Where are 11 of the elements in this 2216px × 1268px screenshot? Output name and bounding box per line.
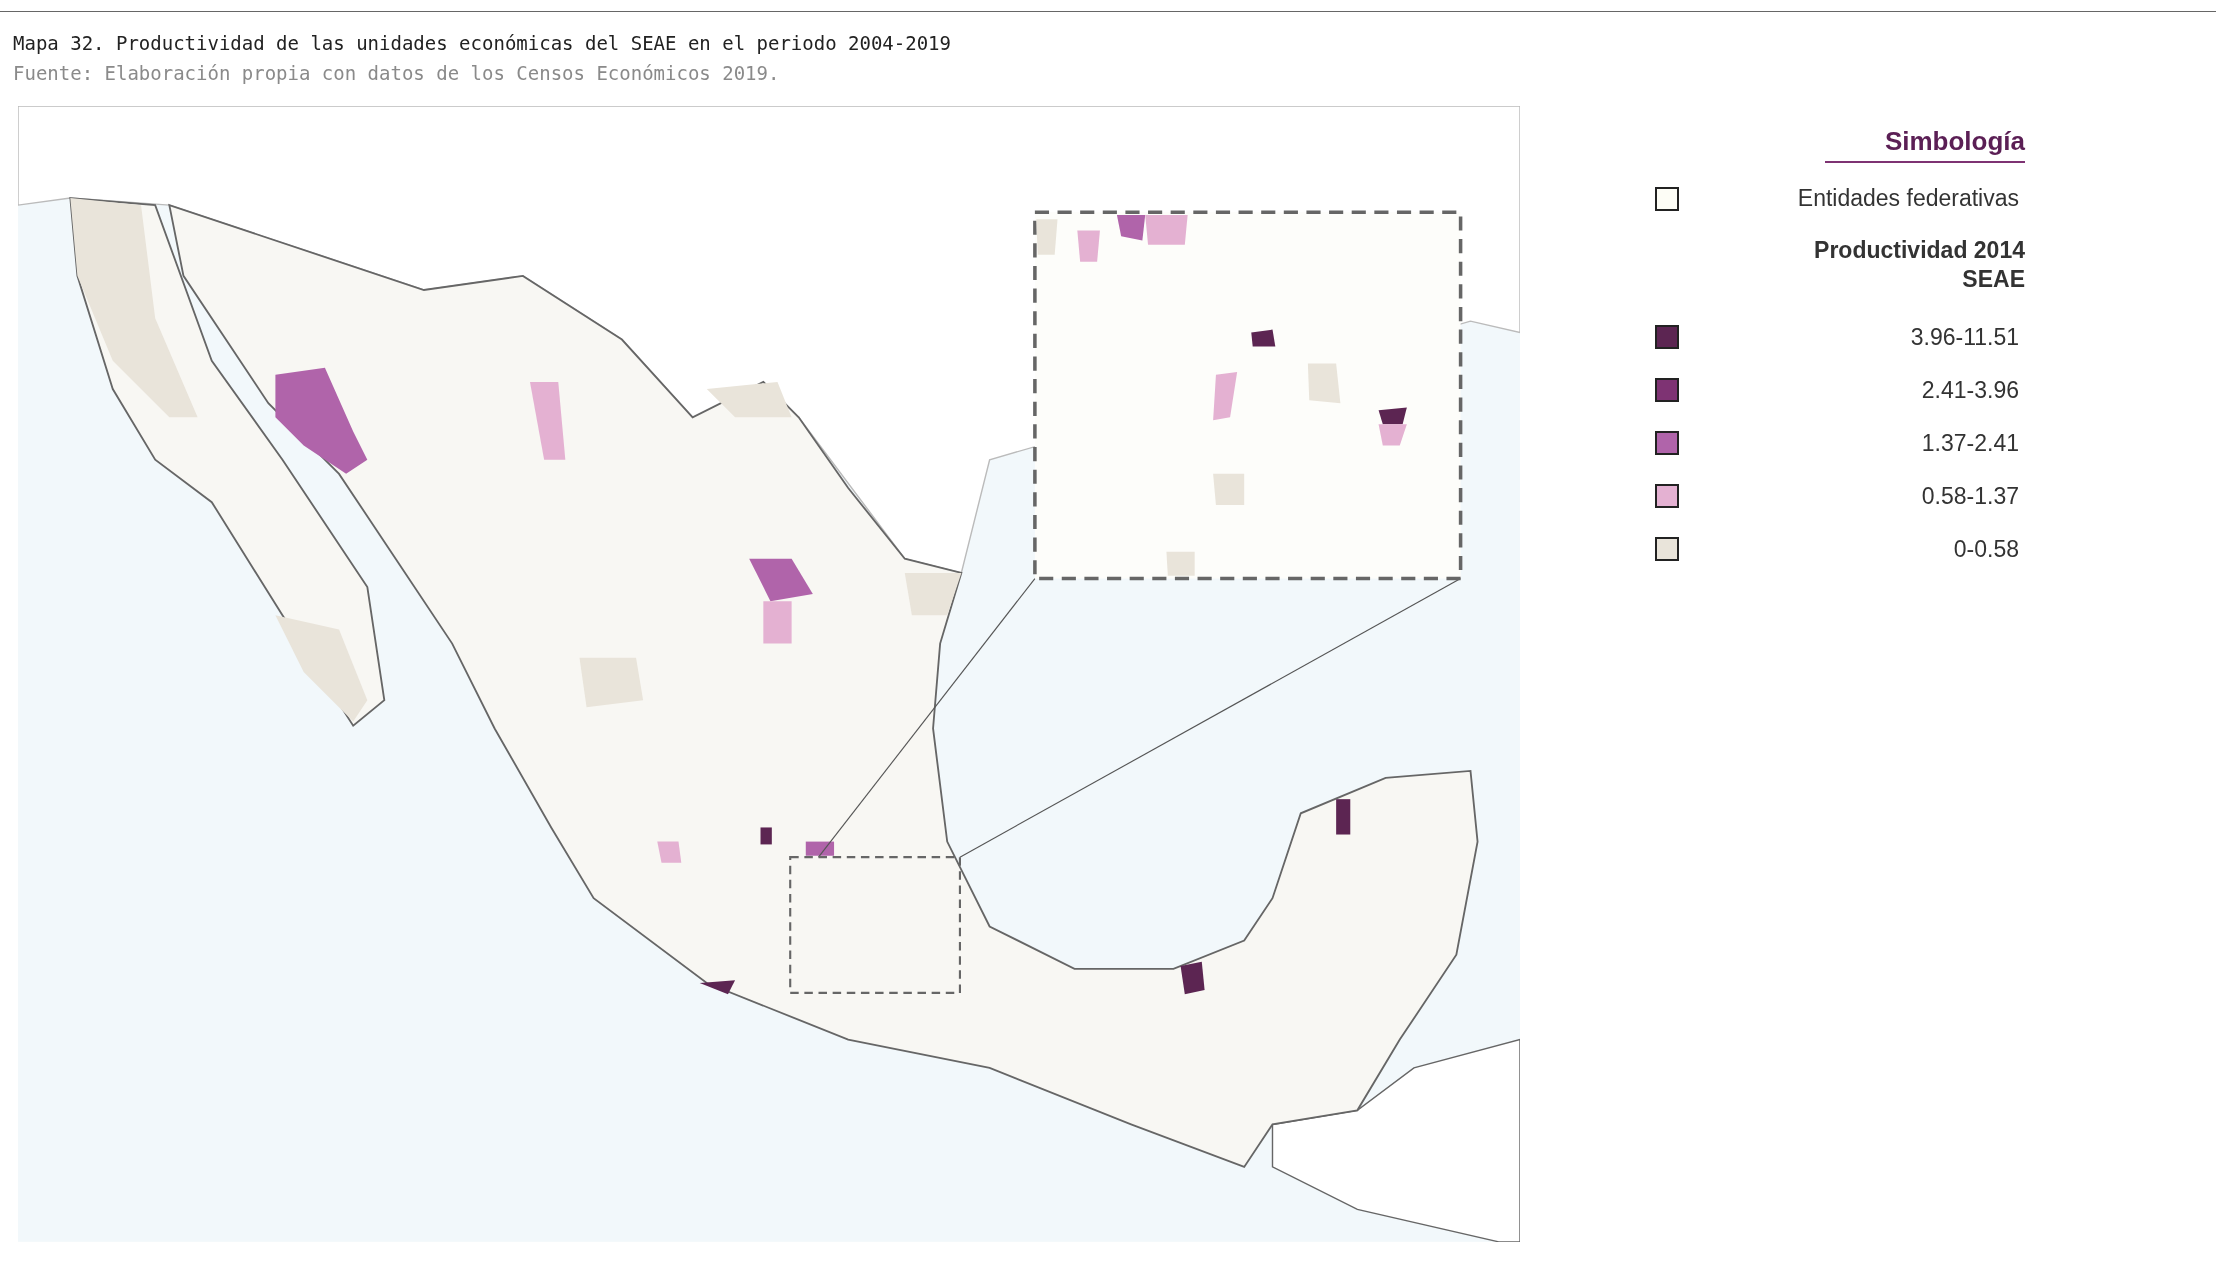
legend-label: 3.96-11.51	[1910, 323, 2020, 351]
map-title: Mapa 32. Productividad de las unidades económicas del SEAE en el periodo 2004-2019	[13, 32, 952, 54]
legend-label: 0.58-1.37	[1921, 482, 2020, 510]
legend-group-title: Productividad 2014	[1813, 236, 2025, 265]
legend-label: 0-0.58	[1953, 535, 2020, 563]
legend-group-subtitle: SEAE	[1961, 264, 2025, 294]
legend-label: 2.41-3.96	[1921, 376, 2020, 404]
legend-label: 1.37-2.41	[1921, 429, 2020, 457]
legend-title: Simbología	[1825, 126, 2025, 163]
legend-label: Entidades federativas	[1797, 185, 2020, 212]
map-source: Fuente: Elaboración propia con datos de los Censos Económicos 2019.	[13, 62, 781, 84]
